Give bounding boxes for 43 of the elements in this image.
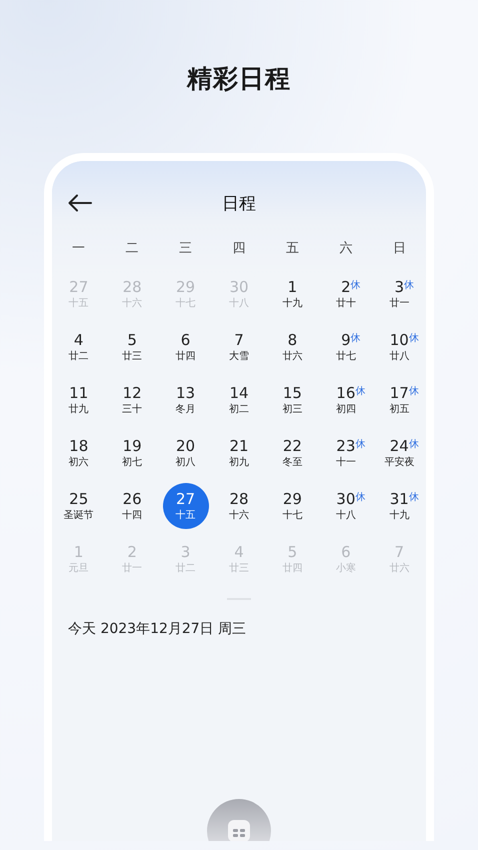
calendar-day[interactable]: 29 十七 <box>269 483 316 529</box>
calendar-day[interactable]: 5 廿三 <box>109 324 156 370</box>
weekday-label: 二 <box>126 240 139 258</box>
weekday-label: 一 <box>72 240 86 258</box>
calendar-day[interactable]: 15 初三 <box>269 377 316 423</box>
calendar-day[interactable]: 21 初九 <box>216 430 262 476</box>
calendar-day[interactable]: 8 廿六 <box>269 324 316 370</box>
weekday-label: 三 <box>179 240 192 258</box>
calendar-day[interactable]: 27 十五 <box>162 483 209 529</box>
calendar-day[interactable]: 20 初八 <box>162 430 209 476</box>
calendar-day[interactable]: 28 十六 <box>216 483 262 529</box>
calendar-day[interactable]: 1 十九 <box>269 271 316 317</box>
holiday-mark: 休 <box>408 385 419 399</box>
calendar-day[interactable]: 22 冬至 <box>269 430 316 476</box>
holiday-mark: 休 <box>408 332 419 346</box>
screen-title: 日程 <box>222 192 256 214</box>
calendar-day[interactable]: 18 初六 <box>56 430 102 476</box>
weekday-label: 五 <box>286 240 299 258</box>
weekday-label: 四 <box>232 240 246 258</box>
calendar-day[interactable]: 13 冬月 <box>162 377 209 423</box>
calendar-day[interactable]: 4 廿二 <box>56 324 102 370</box>
back-icon[interactable] <box>68 194 92 212</box>
today-date: 今天 2023年12月27日 周三 <box>68 620 248 638</box>
calendar-day[interactable]: 11 廿九 <box>56 377 102 423</box>
calendar-day[interactable]: 6 廿四 <box>162 324 209 370</box>
holiday-mark: 休 <box>355 491 366 505</box>
calendar-icon <box>225 817 253 841</box>
holiday-mark: 休 <box>355 385 366 399</box>
calendar-day[interactable]: 26 十四 <box>109 483 156 529</box>
weekday-label: 日 <box>392 240 406 258</box>
holiday-mark: 休 <box>408 438 419 452</box>
calendar-day[interactable]: 12 三十 <box>109 377 156 423</box>
calendar-day[interactable]: 19 初七 <box>109 430 156 476</box>
holiday-mark: 休 <box>408 491 419 505</box>
holiday-mark: 休 <box>404 279 414 293</box>
holiday-mark: 休 <box>350 332 361 346</box>
page-title: 精彩日程 <box>187 63 291 95</box>
calendar-day[interactable]: 7 大雪 <box>216 324 262 370</box>
calendar-day[interactable]: 25 圣诞节 <box>56 483 102 529</box>
holiday-mark: 休 <box>355 438 366 452</box>
holiday-mark: 休 <box>350 279 361 293</box>
weekday-label: 六 <box>339 240 352 258</box>
calendar-day[interactable]: 14 初二 <box>216 377 262 423</box>
